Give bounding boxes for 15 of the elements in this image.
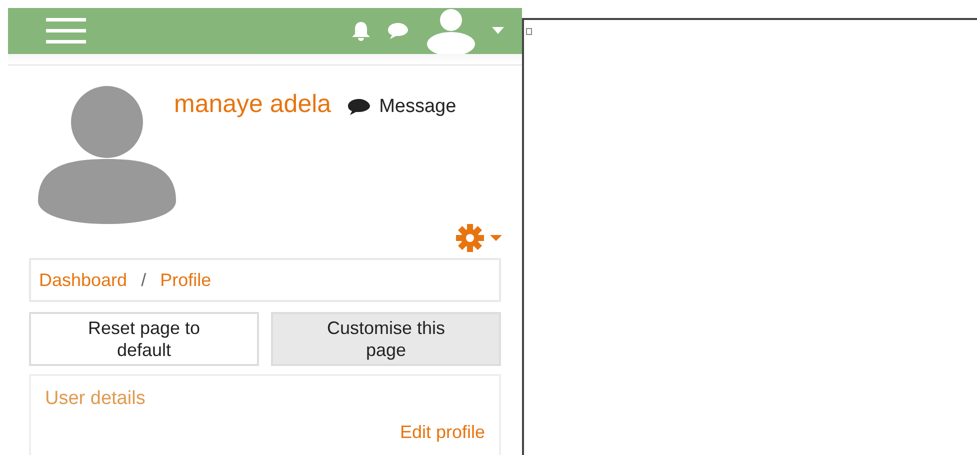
- reset-button[interactable]: Reset page to default: [29, 312, 259, 366]
- gear-icon[interactable]: [456, 224, 484, 252]
- chat-icon: [347, 98, 372, 116]
- chat-icon[interactable]: [386, 21, 410, 41]
- caret-icon[interactable]: [492, 27, 504, 35]
- profile-name: manaye adela: [174, 90, 332, 120]
- customise-button[interactable]: Customise this page: [271, 312, 501, 366]
- bell-icon[interactable]: [350, 20, 372, 42]
- user-avatar-icon: [38, 86, 176, 224]
- menu-icon[interactable]: [46, 18, 86, 44]
- caret-icon[interactable]: [490, 234, 502, 242]
- card-title: User details: [45, 388, 146, 410]
- message-link[interactable]: Message: [379, 96, 456, 118]
- breadcrumb-separator: /: [141, 270, 146, 291]
- avatar-icon[interactable]: [426, 8, 476, 54]
